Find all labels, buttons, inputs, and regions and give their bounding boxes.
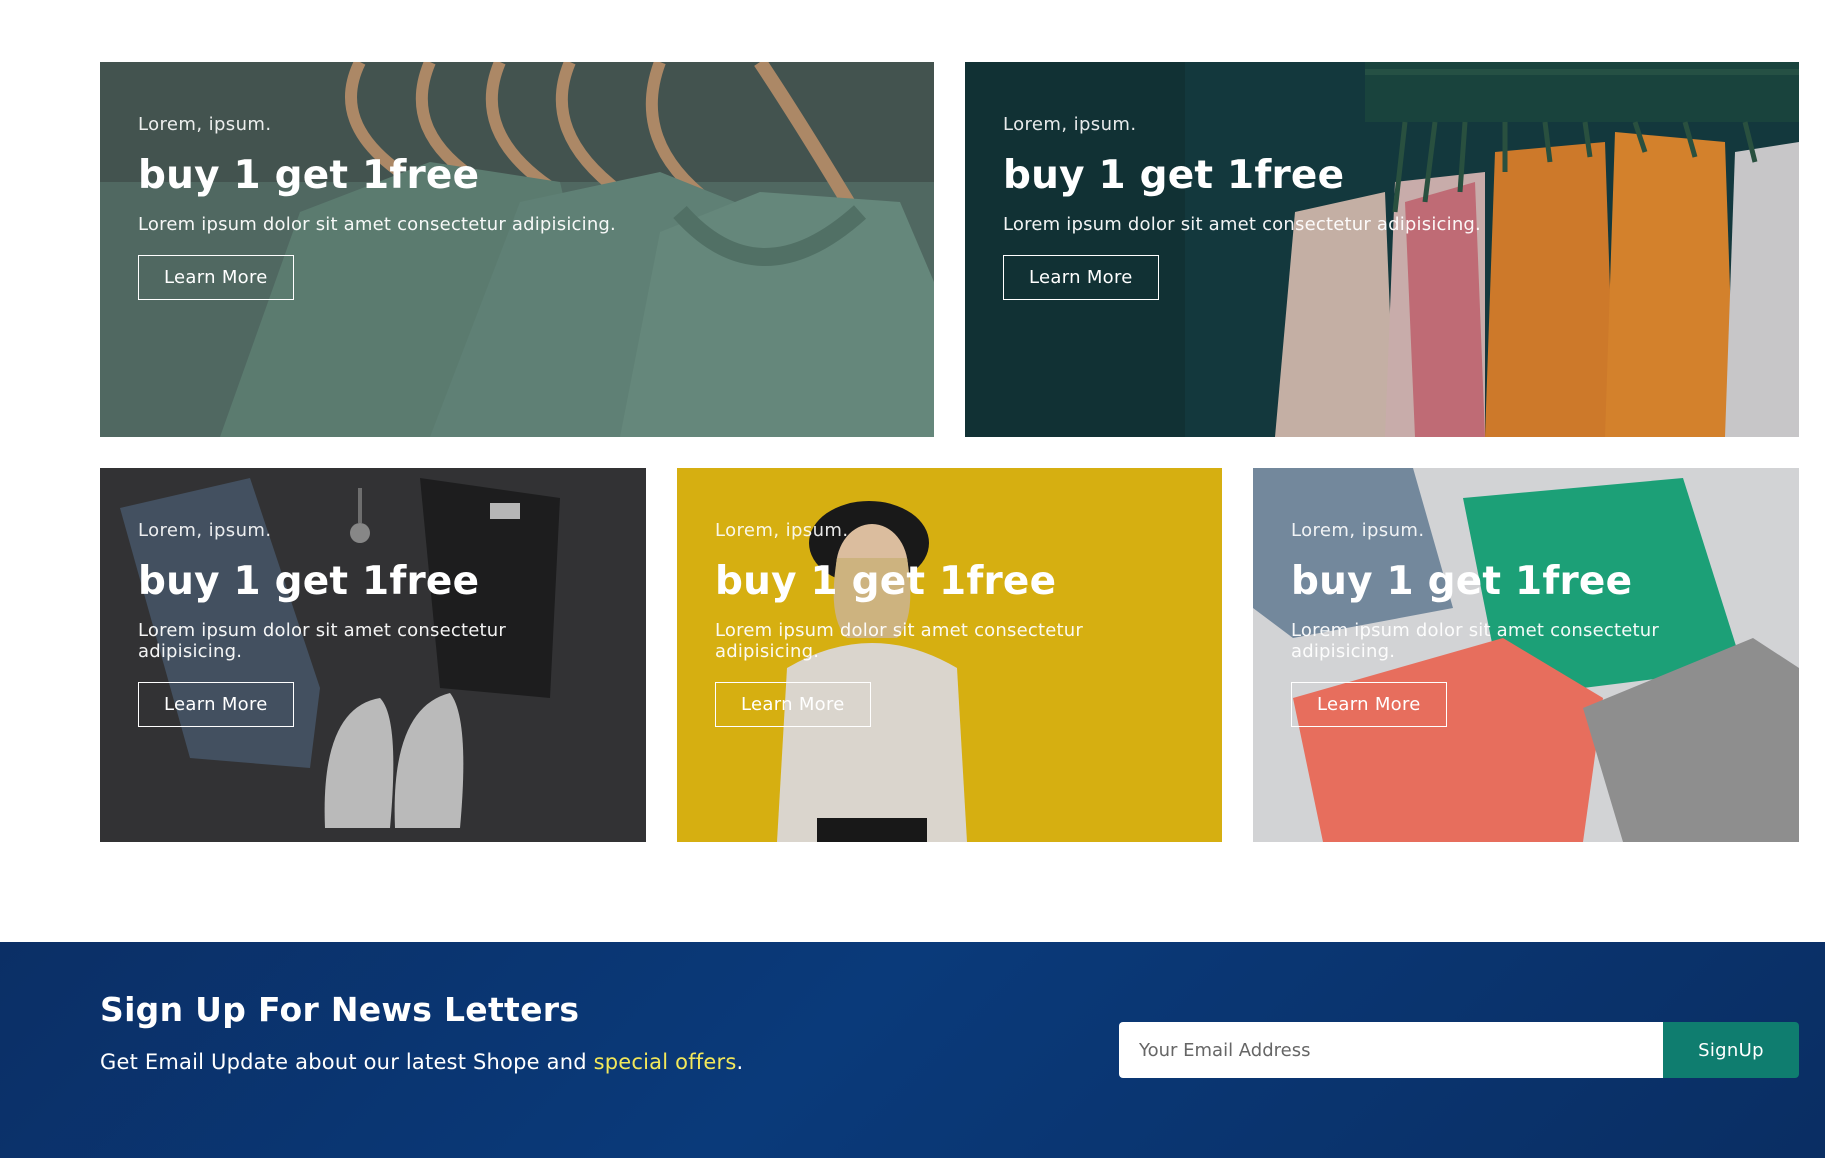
learn-more-button[interactable]: Learn More bbox=[1291, 682, 1447, 727]
newsletter-title: Sign Up For News Letters bbox=[100, 990, 580, 1029]
banner-kicker: Lorem, ipsum. bbox=[1291, 520, 1425, 541]
newsletter-section: Sign Up For News Letters Get Email Updat… bbox=[0, 942, 1825, 1158]
newsletter-text-prefix: Get Email Update about our latest Shope … bbox=[100, 1050, 594, 1074]
banner-kicker: Lorem, ipsum. bbox=[138, 114, 272, 135]
banner-kicker: Lorem, ipsum. bbox=[715, 520, 849, 541]
newsletter-text-suffix: . bbox=[736, 1050, 744, 1074]
signup-button[interactable]: SignUp bbox=[1663, 1022, 1799, 1078]
promo-banner-tshirts: Lorem, ipsum. buy 1 get 1free Lorem ipsu… bbox=[100, 62, 934, 437]
newsletter-form: SignUp bbox=[1119, 1022, 1799, 1078]
email-input[interactable] bbox=[1119, 1022, 1663, 1078]
banner-description: Lorem ipsum dolor sit amet consectetur a… bbox=[138, 620, 506, 662]
promo-banner-flatlay: Lorem, ipsum. buy 1 get 1free Lorem ipsu… bbox=[100, 468, 646, 842]
banner-headline: buy 1 get 1free bbox=[138, 559, 480, 604]
learn-more-button[interactable]: Learn More bbox=[715, 682, 871, 727]
learn-more-button[interactable]: Learn More bbox=[1003, 255, 1159, 300]
banner-headline: buy 1 get 1free bbox=[1291, 559, 1633, 604]
banner-headline: buy 1 get 1free bbox=[138, 153, 480, 198]
banner-description: Lorem ipsum dolor sit amet consectetur a… bbox=[715, 620, 1083, 662]
promo-banner-clothing-rack: Lorem, ipsum. buy 1 get 1free Lorem ipsu… bbox=[965, 62, 1799, 437]
banner-kicker: Lorem, ipsum. bbox=[138, 520, 272, 541]
banner-kicker: Lorem, ipsum. bbox=[1003, 114, 1137, 135]
newsletter-text: Get Email Update about our latest Shope … bbox=[100, 1050, 743, 1074]
banner-headline: buy 1 get 1free bbox=[1003, 153, 1345, 198]
banner-headline: buy 1 get 1free bbox=[715, 559, 1057, 604]
promo-banner-polos: Lorem, ipsum. buy 1 get 1free Lorem ipsu… bbox=[1253, 468, 1799, 842]
learn-more-button[interactable]: Learn More bbox=[138, 682, 294, 727]
promo-banner-woman: Lorem, ipsum. buy 1 get 1free Lorem ipsu… bbox=[677, 468, 1222, 842]
banner-description: Lorem ipsum dolor sit amet consectetur a… bbox=[138, 214, 616, 235]
banner-description: Lorem ipsum dolor sit amet consectetur a… bbox=[1291, 620, 1659, 662]
learn-more-button[interactable]: Learn More bbox=[138, 255, 294, 300]
special-offers-highlight: special offers bbox=[593, 1050, 737, 1074]
banner-description: Lorem ipsum dolor sit amet consectetur a… bbox=[1003, 214, 1481, 235]
